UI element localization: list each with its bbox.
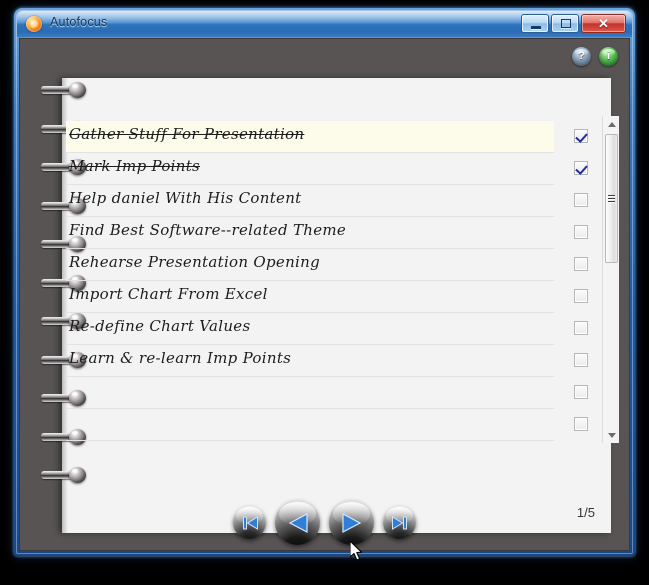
task-checkbox-cell xyxy=(574,185,594,217)
toolbar: ? i xyxy=(572,47,618,66)
task-checkbox-checked[interactable] xyxy=(574,129,588,143)
task-checkbox-cell xyxy=(574,217,594,249)
task-label: Learn & re-learn Imp Points xyxy=(69,349,292,367)
task-checkbox-cell xyxy=(574,409,594,441)
task-checkbox-cell xyxy=(574,249,594,281)
task-checkbox-unchecked[interactable] xyxy=(574,321,588,335)
maximize-button[interactable] xyxy=(551,14,579,33)
task-row[interactable] xyxy=(66,409,554,441)
task-checkbox-cell xyxy=(574,121,594,153)
desktop-background: Autofocus ✕ ? i 1/5 Gather Stuff For Pre… xyxy=(0,0,649,585)
info-icon: i xyxy=(606,50,611,62)
task-checkbox-unchecked[interactable] xyxy=(574,257,588,271)
task-checkbox-unchecked[interactable] xyxy=(574,193,588,207)
task-checkbox-cell xyxy=(574,153,594,185)
close-button[interactable]: ✕ xyxy=(581,14,626,33)
application-window: Autofocus ✕ ? i 1/5 Gather Stuff For Pre… xyxy=(14,8,635,556)
task-checkbox-checked[interactable] xyxy=(574,161,588,175)
task-label: Rehearse Presentation Opening xyxy=(69,253,320,271)
task-checkbox-cell xyxy=(574,281,594,313)
task-checkbox-cell xyxy=(574,313,594,345)
task-row[interactable] xyxy=(66,377,554,409)
maximize-icon xyxy=(561,19,571,28)
scroll-down-arrow-button[interactable] xyxy=(603,427,620,443)
task-checkbox-cell xyxy=(574,345,594,377)
autofocus-app-icon xyxy=(26,16,42,32)
skip-forward-icon xyxy=(383,506,416,539)
next-page-button[interactable] xyxy=(329,500,374,545)
last-page-button[interactable] xyxy=(383,506,416,539)
window-controls: ✕ xyxy=(521,14,626,33)
task-label: Re-define Chart Values xyxy=(69,317,251,335)
task-checkbox-cell xyxy=(574,377,594,409)
task-checkbox-unchecked[interactable] xyxy=(574,289,588,303)
play-forward-icon xyxy=(329,500,374,545)
task-label: Find Best Software--related Theme xyxy=(69,221,347,239)
first-page-button[interactable] xyxy=(233,506,266,539)
task-checkbox-column xyxy=(574,121,594,443)
task-checkbox-unchecked[interactable] xyxy=(574,225,588,239)
scroll-up-arrow-icon xyxy=(607,121,616,127)
task-row[interactable]: Gather Stuff For Presentation xyxy=(66,121,554,153)
task-list: Gather Stuff For Presentation Mark Imp Po… xyxy=(66,121,554,443)
task-checkbox-unchecked[interactable] xyxy=(574,353,588,367)
task-checkbox-unchecked[interactable] xyxy=(574,385,588,399)
list-scrollbar[interactable] xyxy=(602,116,619,443)
spiral-ring xyxy=(39,467,89,483)
help-button[interactable]: ? xyxy=(572,47,591,66)
previous-page-button[interactable] xyxy=(275,500,320,545)
navigation-bar xyxy=(19,500,630,545)
minimize-button[interactable] xyxy=(521,14,549,33)
task-row[interactable]: Learn & re-learn Imp Points xyxy=(66,345,554,377)
scrollbar-thumb[interactable] xyxy=(605,134,618,263)
task-row[interactable]: Rehearse Presentation Opening xyxy=(66,249,554,281)
task-label: Gather Stuff For Presentation xyxy=(69,125,305,143)
scroll-up-arrow-button[interactable] xyxy=(603,116,620,132)
task-row[interactable]: Help daniel With His Content xyxy=(66,185,554,217)
task-label: Help daniel With His Content xyxy=(69,189,302,207)
window-titlebar[interactable]: Autofocus ✕ xyxy=(17,11,632,37)
scroll-down-arrow-icon xyxy=(607,432,616,438)
task-row[interactable]: Import Chart From Excel xyxy=(66,281,554,313)
info-button[interactable]: i xyxy=(599,47,618,66)
help-icon: ? xyxy=(578,50,585,62)
minimize-icon xyxy=(531,26,541,29)
task-row[interactable]: Re-define Chart Values xyxy=(66,313,554,345)
task-row[interactable]: Mark Imp Points xyxy=(66,153,554,185)
play-back-icon xyxy=(275,500,320,545)
skip-back-icon xyxy=(233,506,266,539)
scrollbar-grip-icon xyxy=(608,194,615,204)
spiral-ring xyxy=(39,82,89,98)
task-checkbox-unchecked[interactable] xyxy=(574,417,588,431)
window-title: Autofocus xyxy=(50,15,108,29)
window-client-area: ? i 1/5 Gather Stuff For Presentation Mar… xyxy=(19,38,630,551)
close-icon: ✕ xyxy=(598,16,609,31)
task-row[interactable]: Find Best Software--related Theme xyxy=(66,217,554,249)
task-label: Mark Imp Points xyxy=(69,157,201,175)
task-label: Import Chart From Excel xyxy=(69,285,268,303)
